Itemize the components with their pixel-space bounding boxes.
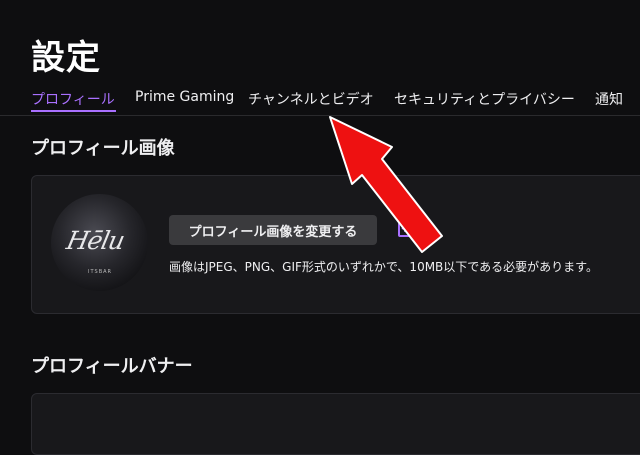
tab-prime-gaming[interactable]: Prime Gaming [135,89,234,105]
change-profile-image-button[interactable]: プロフィール画像を変更する [169,215,377,245]
profile-image-help-text: 画像はJPEG、PNG、GIF形式のいずれかで、10MB以下である必要があります… [169,260,598,274]
profile-banner-card [31,393,640,455]
upload-icon[interactable] [398,221,412,237]
tab-channel-and-videos[interactable]: チャンネルとビデオ [248,89,374,109]
page-title: 設定 [31,38,101,78]
avatar: Hēlu ITSBAR [51,194,148,291]
active-tab-indicator [31,110,116,112]
profile-image-heading: プロフィール画像 [31,138,175,159]
avatar-logo-text: Hēlu [63,226,127,255]
tabs-divider [0,115,640,116]
profile-banner-heading: プロフィールバナー [31,356,193,377]
settings-tabs: プロフィール Prime Gaming チャンネルとビデオ セキュリティとプライ… [0,89,640,113]
tab-profile[interactable]: プロフィール [31,89,115,109]
tab-security-and-privacy[interactable]: セキュリティとプライバシー [394,89,575,109]
tab-notifications[interactable]: 通知 [595,89,623,109]
avatar-caption: ITSBAR [88,269,113,275]
